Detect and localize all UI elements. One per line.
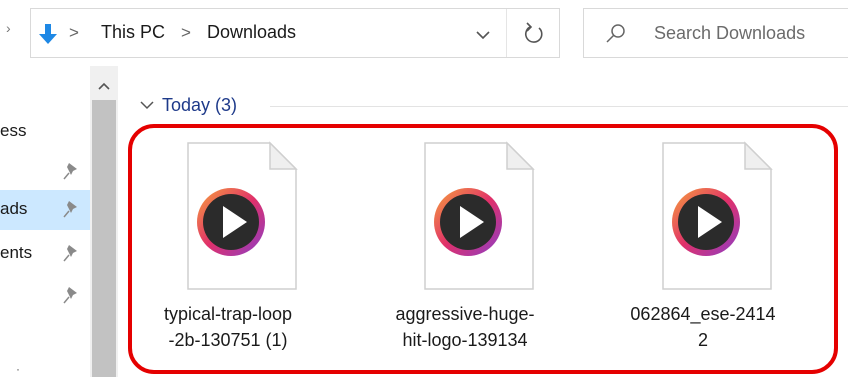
navigation-pane: ess ads ents · <box>0 66 118 377</box>
chevron-down-icon <box>140 101 154 110</box>
file-name-line: -2b-130751 (1) <box>168 330 288 350</box>
breadcrumb-downloads[interactable]: Downloads <box>207 22 296 43</box>
breadcrumb-this-pc[interactable]: This PC <box>101 22 165 43</box>
file-name-line: 2 <box>697 330 708 350</box>
address-bar[interactable]: > This PC > Downloads <box>30 8 560 58</box>
file-name: aggressive-huge- hit-logo-139134 <box>370 301 560 353</box>
file-name-line: 062864_ese-2414 <box>630 304 776 324</box>
search-box[interactable]: Search Downloads <box>583 8 848 58</box>
address-row: › > This PC > Downloads Search Downloads <box>0 0 848 66</box>
breadcrumb-separator: > <box>181 23 191 42</box>
nav-history-chevron-icon[interactable]: › <box>6 20 11 36</box>
nav-item-quick-access[interactable]: ess <box>0 112 90 152</box>
down-arrow-icon <box>39 24 57 44</box>
file-item[interactable]: 062864_ese-2414 2 <box>608 141 798 371</box>
search-icon <box>606 24 625 43</box>
address-divider <box>506 9 507 57</box>
media-player-icon <box>672 188 740 256</box>
pin-icon[interactable] <box>62 161 80 181</box>
group-header-today[interactable]: Today (3) <box>138 93 237 117</box>
nav-item-label: ents <box>0 243 33 262</box>
chevron-down-icon <box>476 31 490 40</box>
pin-icon[interactable] <box>62 199 80 219</box>
nav-item-label: ads <box>0 199 28 218</box>
search-input[interactable]: Search Downloads <box>654 23 805 44</box>
group-title: Today (3) <box>162 94 238 115</box>
address-dropdown-button[interactable] <box>468 21 498 47</box>
file-name-line: typical-trap-loop <box>163 304 293 324</box>
scroll-up-button[interactable] <box>90 76 118 96</box>
refresh-button[interactable] <box>519 20 549 48</box>
scrollbar-thumb[interactable] <box>92 100 116 377</box>
nav-scrollbar[interactable] <box>90 66 118 377</box>
nav-item-label: ess <box>0 121 27 140</box>
file-item[interactable]: typical-trap-loop -2b-130751 (1) <box>133 141 323 371</box>
nav-item-partial: · <box>16 362 20 376</box>
file-name-line: hit-logo-139134 <box>402 330 528 350</box>
file-name: 062864_ese-2414 2 <box>608 301 798 353</box>
file-item[interactable]: aggressive-huge- hit-logo-139134 <box>370 141 560 371</box>
nav-item-documents[interactable]: ents <box>0 234 90 274</box>
file-name-line: aggressive-huge- <box>395 304 535 324</box>
media-player-icon <box>434 188 502 256</box>
nav-item-pinned-1[interactable] <box>0 152 90 192</box>
refresh-icon <box>524 22 543 43</box>
group-divider <box>270 106 848 107</box>
pin-icon[interactable] <box>62 285 80 305</box>
pin-icon[interactable] <box>62 243 80 263</box>
nav-item-downloads[interactable]: ads <box>0 190 90 230</box>
chevron-up-icon <box>98 82 110 90</box>
file-list-pane: Today (3) typical-trap-loop -2b-130751 (… <box>118 66 848 377</box>
breadcrumb-separator: > <box>69 23 79 42</box>
file-name: typical-trap-loop -2b-130751 (1) <box>133 301 323 353</box>
nav-item-pinned-2[interactable] <box>0 276 90 316</box>
media-player-icon <box>197 188 265 256</box>
